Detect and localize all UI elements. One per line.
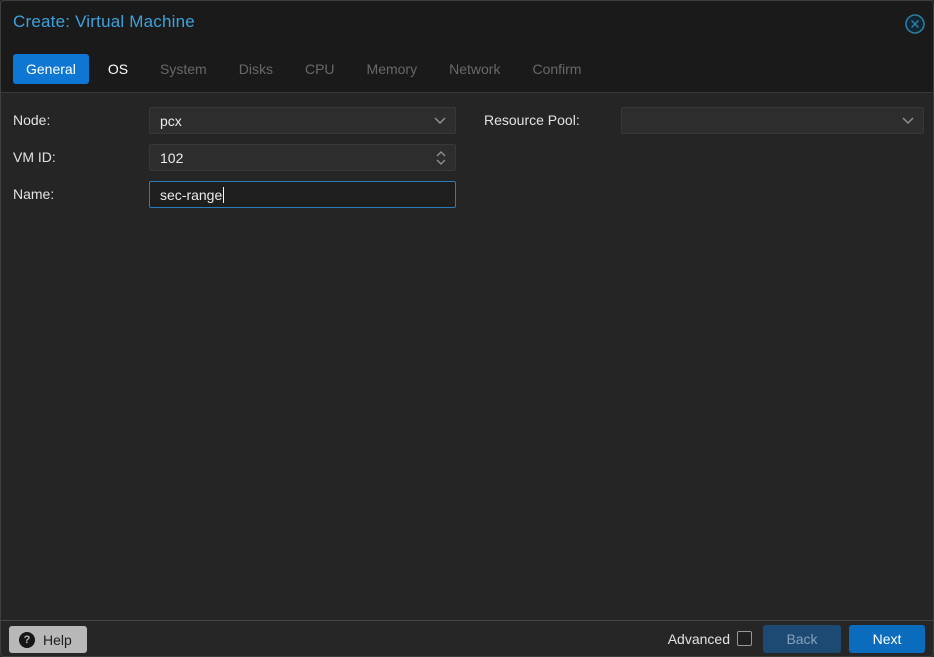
name-input[interactable]: sec-range: [149, 181, 456, 208]
help-button[interactable]: ? Help: [9, 626, 87, 653]
tab-system: System: [160, 60, 207, 77]
tab-network: Network: [449, 60, 501, 77]
close-icon: [905, 14, 925, 34]
back-button[interactable]: Back: [763, 624, 841, 653]
tab-cpu: CPU: [304, 60, 335, 77]
chevron-down-icon[interactable]: [902, 117, 914, 124]
dialog-title: Create: Virtual Machine: [13, 12, 195, 31]
node-label: Node:: [13, 112, 51, 128]
tab-confirm: Confirm: [532, 60, 582, 77]
spinner-up-down-icon[interactable]: [436, 150, 446, 165]
dialog-header: Create: Virtual Machine: [1, 1, 933, 45]
close-button[interactable]: [904, 13, 926, 35]
chevron-down-icon[interactable]: [434, 117, 446, 124]
node-combobox[interactable]: pcx: [149, 107, 456, 134]
tab-bar: General OS System Disks CPU Memory Netwo…: [1, 45, 933, 93]
vmid-spinner-field[interactable]: 102: [149, 144, 456, 171]
advanced-checkbox[interactable]: [737, 631, 752, 646]
advanced-label: Advanced: [667, 630, 730, 647]
tab-os[interactable]: OS: [95, 54, 141, 84]
vmid-value: 102: [160, 149, 184, 166]
name-label: Name:: [13, 186, 55, 202]
resource-pool-label: Resource Pool:: [484, 112, 580, 128]
name-value: sec-range: [160, 186, 223, 203]
resource-pool-combobox[interactable]: [621, 107, 924, 134]
text-caret: [223, 186, 225, 203]
tab-disks: Disks: [238, 60, 273, 77]
tab-general[interactable]: General: [13, 53, 89, 84]
vmid-label: VM ID:: [13, 149, 56, 165]
next-button[interactable]: Next: [849, 624, 925, 653]
footer-bar: ? Help Advanced Back Next: [1, 620, 933, 656]
tab-memory: Memory: [366, 60, 418, 77]
footer-actions: Advanced Back Next: [668, 621, 925, 656]
node-value: pcx: [160, 112, 182, 129]
question-circle-icon: ?: [19, 631, 35, 648]
help-label: Help: [43, 631, 72, 648]
create-vm-dialog: Create: Virtual Machine General OS Syste…: [0, 0, 934, 657]
